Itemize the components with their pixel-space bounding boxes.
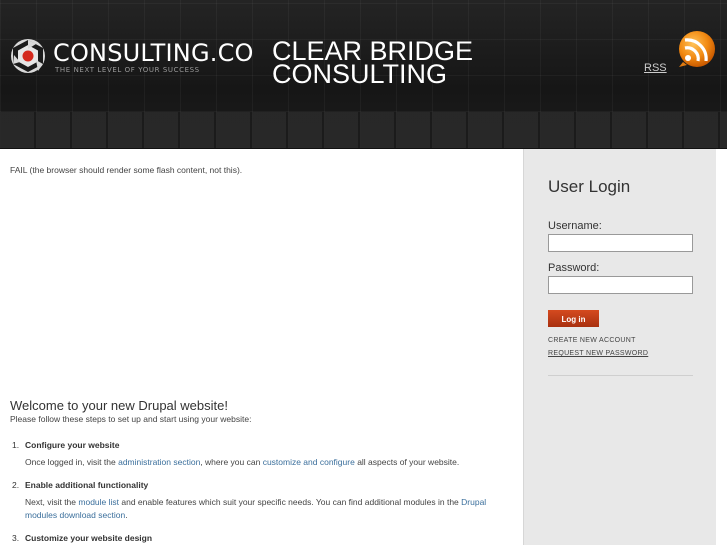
step-title: Customize your website design [25, 533, 153, 543]
step-title: Enable additional functionality [25, 480, 149, 490]
site-name-line2[interactable]: CONSULTING [272, 61, 532, 88]
sidebar-divider [548, 375, 693, 376]
customize-configure-link[interactable]: customize and configure [263, 457, 355, 467]
step-description: Next, visit the module list and enable f… [25, 497, 487, 520]
logo-name[interactable]: CONSULTING.CO [53, 40, 254, 66]
request-password-link[interactable]: REQUEST NEW PASSWORD [548, 350, 648, 357]
create-account-link[interactable]: CREATE NEW ACCOUNT [548, 337, 636, 344]
logo-tagline: THE NEXT LEVEL OF YOUR SUCCESS [55, 66, 200, 74]
user-login-title: User Login [548, 177, 631, 196]
list-item: 2. Enable additional functionality Next,… [10, 479, 510, 522]
password-label: Password: [548, 262, 600, 274]
log-in-button[interactable]: Log in [548, 310, 599, 327]
step-description: Once logged in, visit the administration… [25, 457, 460, 467]
welcome-title: Welcome to your new Drupal website! [10, 398, 228, 413]
step-number: 3. [12, 533, 20, 543]
step-title: Configure your website [25, 440, 120, 450]
module-list-link[interactable]: module list [78, 497, 119, 507]
rss-feed-icon[interactable] [673, 29, 717, 73]
step-number: 2. [12, 480, 20, 490]
site-header: CONSULTING.CO THE NEXT LEVEL OF YOUR SUC… [0, 0, 727, 149]
setup-steps-list: 1. Configure your website Once logged in… [10, 439, 510, 554]
rss-link[interactable]: RSS [644, 62, 667, 74]
sidebar: User Login Username: Password: Log in CR… [523, 149, 717, 545]
password-input[interactable] [548, 276, 693, 294]
username-input[interactable] [548, 234, 693, 252]
step-number: 1. [12, 440, 20, 450]
flash-fallback-message: FAIL (the browser should render some fla… [10, 165, 243, 175]
list-item: 1. Configure your website Once logged in… [10, 439, 510, 469]
username-label: Username: [548, 220, 602, 232]
main-content: FAIL (the browser should render some fla… [0, 149, 523, 545]
list-item: 3. Customize your website design [10, 532, 510, 544]
consulting-logo-icon[interactable] [10, 38, 46, 74]
welcome-intro: Please follow these steps to set up and … [10, 414, 252, 424]
page-edge [716, 149, 727, 545]
site-name[interactable]: CLEAR BRIDGE CONSULTING [272, 38, 532, 88]
administration-section-link[interactable]: administration section [118, 457, 200, 467]
